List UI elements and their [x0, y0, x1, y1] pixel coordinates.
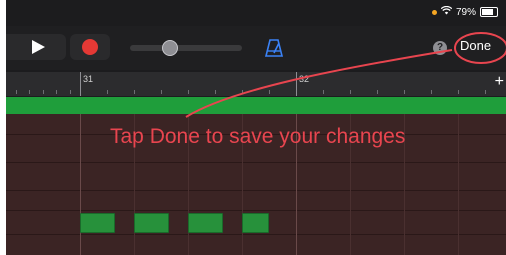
annotation-callout	[185, 32, 506, 118]
annotation-arrow	[185, 49, 453, 118]
done-highlight-circle	[454, 32, 506, 64]
